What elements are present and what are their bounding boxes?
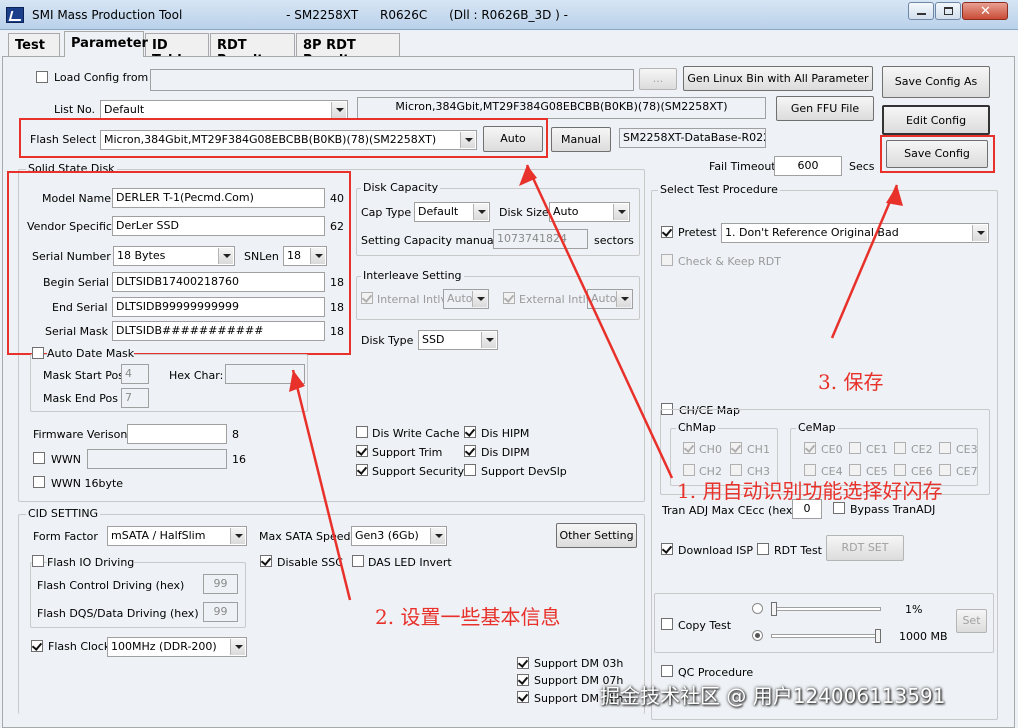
tab-parameter[interactable]: Parameter (64, 31, 148, 57)
arrow-basic-info (291, 369, 352, 601)
watermark: 掘金技术社区 @ 用户124006113591 (600, 684, 946, 708)
arrow-flash-select (525, 164, 674, 479)
annotation-step-3: 3. 保存 (818, 370, 884, 394)
arrow-head-2 (289, 370, 305, 392)
annotation-step-2: 2. 设置一些基本信息 (375, 605, 561, 629)
arrow-save-config (830, 184, 899, 339)
annotation-step-1: 1. 用自动识别功能选择好闪存 (677, 479, 943, 503)
